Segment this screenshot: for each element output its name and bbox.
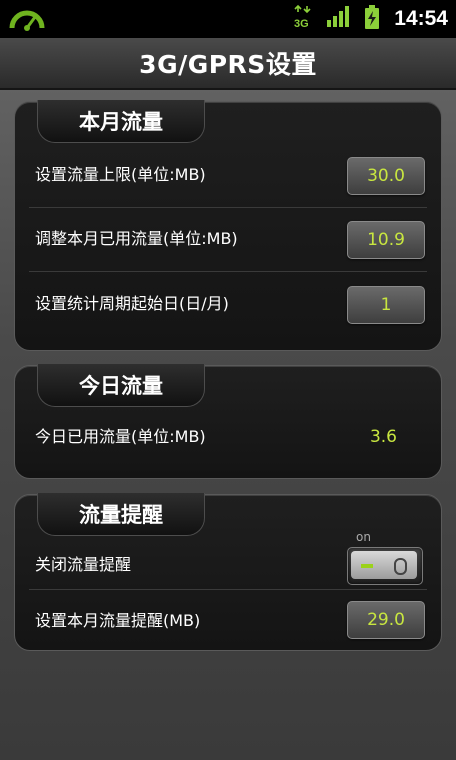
monthly-usage-card: 本月流量 设置流量上限(单位:MB) 30.0 调整本月已用流量(单位:MB) … (14, 100, 442, 351)
disable-reminder-label: 关闭流量提醒 (35, 555, 132, 574)
used-today-label: 今日已用流量(单位:MB) (35, 427, 206, 446)
cycle-start-day-label: 设置统计周期起始日(日/月) (35, 294, 229, 313)
speed-gauge-icon (8, 6, 46, 32)
usage-reminder-card: 流量提醒 on 关闭流量提醒 设置本月流量提醒(MB) 29.0 (14, 493, 442, 653)
used-today-row: 今日已用流量(单位:MB) 3.6 (15, 405, 441, 469)
today-usage-tab: 今日流量 (37, 364, 205, 407)
usage-limit-row[interactable]: 设置流量上限(单位:MB) 30.0 (15, 143, 441, 207)
title-bar: 3G/GPRS设置 (0, 38, 456, 90)
network-3g-icon: 3G (294, 4, 312, 34)
used-this-month-row[interactable]: 调整本月已用流量(单位:MB) 10.9 (15, 207, 441, 271)
toggle-on-indicator (361, 564, 373, 568)
usage-limit-value[interactable]: 30.0 (347, 157, 425, 195)
today-usage-card: 今日流量 今日已用流量(单位:MB) 3.6 (14, 364, 442, 479)
battery-charging-icon (364, 4, 380, 34)
used-this-month-label: 调整本月已用流量(单位:MB) (35, 229, 238, 248)
signal-strength-icon (326, 6, 350, 32)
monthly-reminder-value[interactable]: 29.0 (347, 601, 425, 639)
monthly-reminder-label: 设置本月流量提醒(MB) (35, 611, 201, 630)
svg-text:3G: 3G (294, 18, 309, 30)
cycle-start-day-value[interactable]: 1 (347, 286, 425, 324)
monthly-usage-tab: 本月流量 (37, 100, 205, 143)
disable-reminder-row[interactable]: 关闭流量提醒 (15, 533, 441, 597)
toggle-off-indicator (394, 558, 407, 575)
usage-limit-label: 设置流量上限(单位:MB) (35, 165, 206, 184)
toggle-knob (351, 551, 417, 579)
cycle-start-day-row[interactable]: 设置统计周期起始日(日/月) 1 (15, 272, 441, 336)
status-time: 14:54 (394, 7, 448, 30)
status-bar: 3G 14:54 (0, 0, 456, 38)
disable-reminder-toggle[interactable] (347, 547, 423, 585)
used-this-month-value[interactable]: 10.9 (347, 221, 425, 259)
used-today-value: 3.6 (369, 427, 397, 447)
usage-reminder-tab: 流量提醒 (37, 493, 205, 536)
monthly-reminder-row[interactable]: 设置本月流量提醒(MB) 29.0 (15, 589, 441, 653)
page-title: 3G/GPRS设置 (139, 50, 317, 79)
